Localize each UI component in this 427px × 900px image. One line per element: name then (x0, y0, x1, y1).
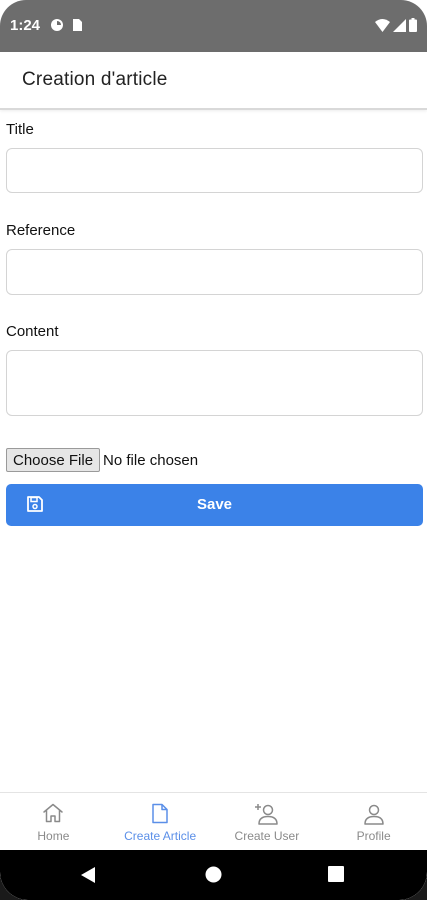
status-indicators (375, 18, 417, 32)
status-bar: 1:24 (0, 0, 427, 52)
wifi-icon (375, 18, 390, 32)
reference-label: Reference (6, 222, 76, 239)
phone-screen: 1:24 Creation d'article Title Reference … (0, 0, 427, 900)
battery-icon (409, 18, 417, 32)
bottom-nav: Home Create Article Create User Profile (0, 792, 427, 850)
recents-icon[interactable] (328, 866, 344, 887)
back-icon[interactable] (80, 866, 96, 889)
nav-label-create-article: Create Article (124, 829, 197, 843)
save-button-label: Save (196, 496, 233, 513)
nav-item-create-article[interactable]: Create Article (107, 793, 214, 850)
title-input[interactable] (6, 148, 423, 193)
data-saver-icon (50, 18, 64, 37)
nav-item-home[interactable]: Home (0, 793, 107, 850)
app-header: Creation d'article (0, 52, 427, 110)
save-button[interactable]: Save (6, 484, 423, 526)
page-title: Creation d'article (22, 69, 168, 90)
person-icon (363, 803, 385, 830)
signal-icon (393, 18, 406, 32)
sim-card-icon (72, 18, 83, 37)
content-label: Content (6, 323, 59, 340)
home-icon (42, 803, 64, 828)
nav-item-profile[interactable]: Profile (320, 793, 427, 850)
file-status: No file chosen (103, 451, 199, 469)
reference-input[interactable] (6, 249, 423, 295)
choose-file-button[interactable]: Choose File (6, 448, 101, 472)
nav-label-home: Home (37, 829, 70, 843)
nav-label-profile: Profile (356, 829, 391, 843)
nav-item-create-user[interactable]: Create User (214, 793, 321, 850)
status-time: 1:24 (10, 17, 41, 34)
document-icon (151, 803, 169, 829)
title-label: Title (6, 121, 34, 138)
nav-label-create-user: Create User (234, 829, 300, 843)
content-textarea[interactable] (6, 350, 423, 416)
add-user-icon (254, 803, 280, 830)
system-nav-bar (0, 850, 427, 900)
home-circle-icon[interactable] (205, 866, 222, 888)
file-input: Choose File No file chosen (6, 448, 198, 472)
